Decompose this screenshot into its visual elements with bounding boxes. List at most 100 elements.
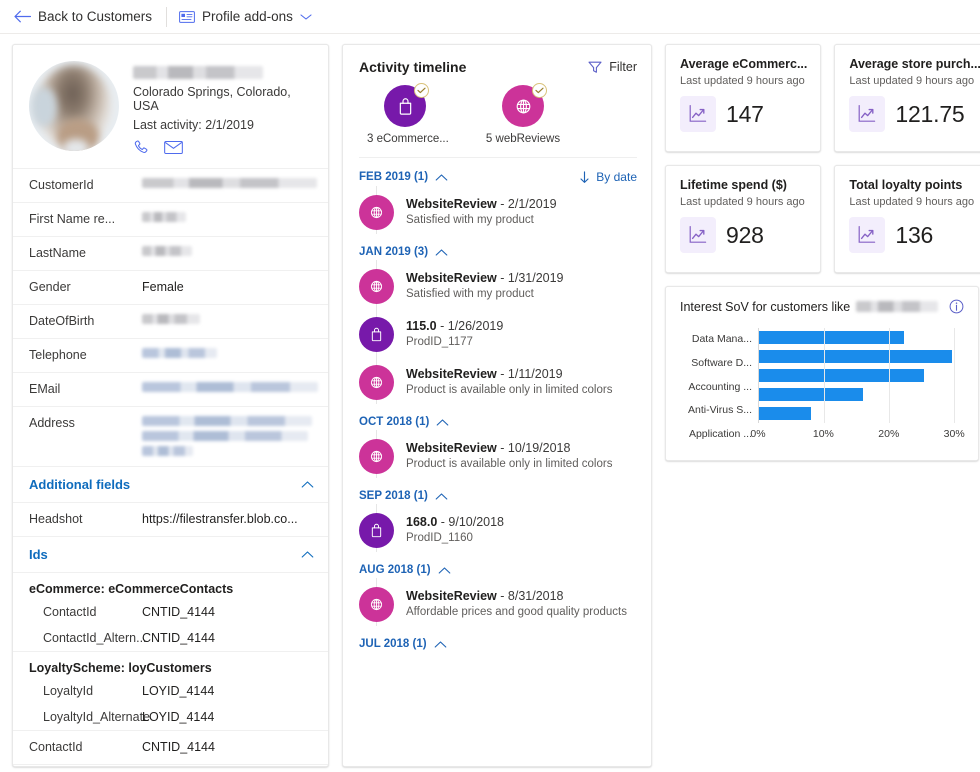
profile-field-row: DateOfBirth [13, 304, 328, 338]
timeline-item[interactable]: WebsiteReview - 2/1/2019Satisfied with m… [359, 186, 637, 234]
headshot-value: https://filestransfer.blob.co... [142, 512, 316, 526]
additional-fields-section[interactable]: Additional fields [13, 466, 328, 502]
timeline-item-title: WebsiteReview [406, 589, 497, 603]
trend-chart-icon [680, 217, 716, 253]
check-badge-icon [532, 83, 547, 98]
profile-header: Colorado Springs, Colorado, USA Last act… [13, 45, 328, 168]
chevron-up-icon [438, 566, 451, 575]
chart-bar[interactable] [759, 369, 924, 382]
timeline-item-body: WebsiteReview - 8/31/2018Affordable pric… [406, 587, 627, 622]
timeline-group-label: OCT 2018 (1) [359, 416, 429, 428]
kpi-value-row: 136 [849, 217, 980, 253]
timeline-group-label: JUL 2018 (1) [359, 638, 427, 650]
activity-chip[interactable]: 5 webReviews [485, 85, 561, 145]
timeline-item[interactable]: WebsiteReview - 8/31/2018Affordable pric… [359, 578, 637, 626]
profile-addons-menu[interactable]: Profile add-ons [179, 0, 322, 34]
kpi-value-row: 147 [680, 96, 807, 132]
chart-category-label: Data Mana... [680, 330, 752, 349]
timeline-item-body: WebsiteReview - 1/11/2019Product is avai… [406, 365, 612, 400]
kpi-grid: Average eCommerc...Last updated 9 hours … [665, 44, 979, 273]
timeline-group-header[interactable]: SEP 2018 (1) [359, 478, 637, 504]
timeline-group-items: WebsiteReview - 10/19/2018Product is ava… [359, 430, 637, 478]
chart-bar[interactable] [759, 388, 863, 401]
sort-by-date-button[interactable]: By date [579, 170, 637, 184]
chevron-up-icon [435, 173, 448, 182]
timeline-item-title: WebsiteReview [406, 197, 497, 211]
redacted-value [142, 431, 308, 441]
timeline-item[interactable]: WebsiteReview - 10/19/2018Product is ava… [359, 430, 637, 478]
page-content: Colorado Springs, Colorado, USA Last act… [0, 34, 980, 772]
timeline-item-header: WebsiteReview - 8/31/2018 [406, 589, 627, 603]
timeline-item[interactable]: 115.0 - 1/26/2019ProdID_1177 [359, 308, 637, 356]
timeline-group-header[interactable]: JUL 2018 (1) [359, 626, 637, 652]
kpi-card: Average eCommerc...Last updated 9 hours … [665, 44, 821, 152]
chart-category-labels: Data Mana...Software D...Accounting ...A… [680, 328, 758, 444]
check-badge-icon [414, 83, 429, 98]
filter-icon [588, 61, 602, 74]
activity-chip-icon-wrap [384, 85, 426, 127]
filter-button[interactable]: Filter [588, 60, 637, 74]
chart-plot-area [758, 328, 964, 423]
timeline-item-body: WebsiteReview - 10/19/2018Product is ava… [406, 439, 612, 474]
profile-field-key: Telephone [29, 348, 142, 362]
trailing-contactid-key: ContactId [29, 740, 142, 754]
timeline-group-header[interactable]: AUG 2018 (1) [359, 552, 637, 578]
redacted-value [142, 212, 186, 222]
profile-field-value: Female [142, 280, 316, 294]
email-icon[interactable] [164, 139, 183, 156]
id-field-value: CNTID_4144 [142, 605, 316, 619]
trailing-contactid-value: CNTID_4144 [142, 740, 316, 754]
customer-location: Colorado Springs, Colorado, USA [133, 85, 314, 113]
profile-column: Colorado Springs, Colorado, USA Last act… [12, 44, 329, 767]
chart-x-tick-label: 10% [813, 428, 834, 440]
activity-chip[interactable]: 3 eCommerce... [367, 85, 443, 145]
profile-field-key: LastName [29, 246, 142, 260]
filter-label: Filter [609, 60, 637, 74]
timeline-sort-row: FEB 2019 (1) By date [359, 158, 637, 186]
trend-chart-icon [849, 96, 885, 132]
kpi-subtitle: Last updated 9 hours ago [680, 75, 807, 87]
profile-field-key: EMail [29, 382, 142, 396]
chart-bar[interactable] [759, 407, 811, 420]
chart-x-tick-label: 20% [878, 428, 899, 440]
activity-timeline-card: Activity timeline Filter 3 eCommerce...5… [342, 44, 652, 767]
timeline-item-subtitle: ProdID_1160 [406, 532, 504, 544]
profile-field-row: Address [13, 406, 328, 466]
chevron-up-icon [436, 418, 449, 427]
customer-profile-card: Colorado Springs, Colorado, USA Last act… [12, 44, 329, 767]
timeline-item-body: WebsiteReview - 2/1/2019Satisfied with m… [406, 195, 557, 230]
timeline-group-header[interactable]: FEB 2019 (1) [359, 171, 448, 183]
kpi-subtitle: Last updated 9 hours ago [849, 196, 980, 208]
kpi-subtitle: Last updated 9 hours ago [680, 196, 807, 208]
info-icon[interactable] [949, 299, 964, 314]
back-to-customers-button[interactable]: Back to Customers [14, 0, 162, 34]
timeline-groups: WebsiteReview - 2/1/2019Satisfied with m… [359, 186, 637, 652]
timeline-item[interactable]: WebsiteReview - 1/11/2019Product is avai… [359, 356, 637, 404]
phone-icon[interactable] [133, 139, 150, 156]
globe-icon [359, 269, 394, 304]
sort-by-date-label: By date [596, 170, 637, 184]
redacted-value [142, 348, 217, 358]
customer-name-redacted [133, 66, 263, 79]
chart-gridline [954, 328, 955, 423]
chart-gridline [889, 328, 890, 423]
headshot-key: Headshot [29, 512, 142, 526]
chart-category-label: Accounting ... [680, 378, 752, 397]
redacted-value [142, 314, 200, 324]
id-field-row: LoyaltyIdLOYID_4144 [13, 678, 328, 704]
timeline-group-header[interactable]: JAN 2019 (3) [359, 234, 637, 260]
kpi-title: Average store purch... [849, 57, 980, 71]
id-group-title: LoyaltyScheme: loyCustomers [13, 651, 328, 678]
chart-bar[interactable] [759, 350, 952, 363]
chart-bar[interactable] [759, 331, 904, 344]
timeline-item-title: WebsiteReview [406, 271, 497, 285]
trailing-contactid-row: ContactId CNTID_4144 [13, 730, 328, 764]
chevron-up-icon [435, 248, 448, 257]
timeline-item[interactable]: 168.0 - 9/10/2018ProdID_1160 [359, 504, 637, 552]
timeline-group-header[interactable]: OCT 2018 (1) [359, 404, 637, 430]
ids-section[interactable]: Ids [13, 536, 328, 572]
id-group-title: eCommerce: eCommerceContacts [13, 572, 328, 599]
trend-chart-icon [849, 217, 885, 253]
timeline-item[interactable]: WebsiteReview - 1/31/2019Satisfied with … [359, 260, 637, 308]
profile-addons-label: Profile add-ons [202, 9, 293, 24]
